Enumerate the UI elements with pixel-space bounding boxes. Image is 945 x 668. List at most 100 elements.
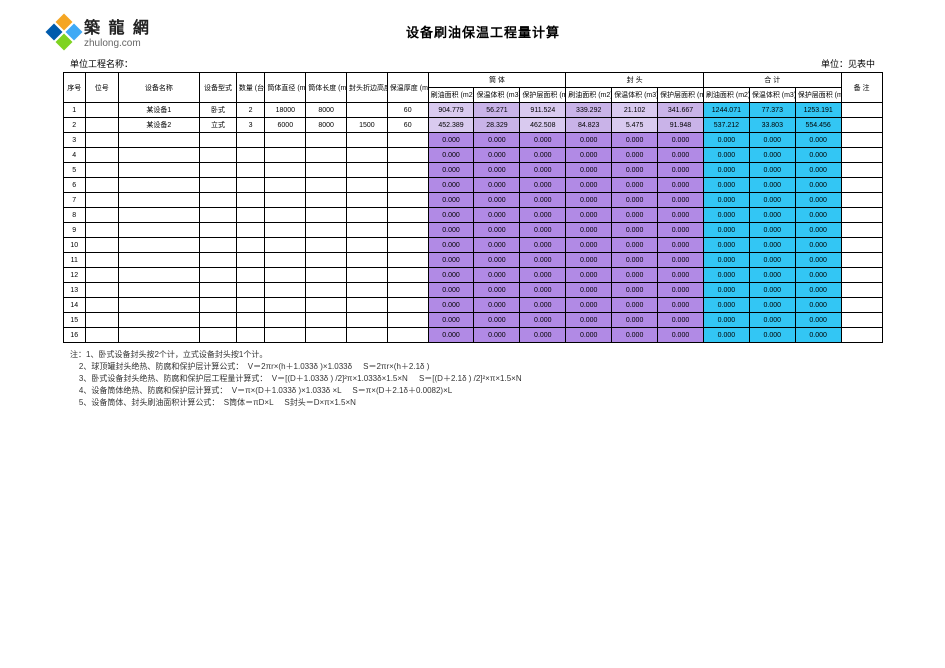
logo-en: zhulong.com [84,38,151,49]
cell [841,313,882,328]
cell: 0.000 [795,268,841,283]
cell [85,208,118,223]
cell: 0.000 [658,178,704,193]
table-row: 40.0000.0000.0000.0000.0000.0000.0000.00… [63,148,882,163]
cell [347,178,388,193]
table-row: 100.0000.0000.0000.0000.0000.0000.0000.0… [63,238,882,253]
cell [387,238,428,253]
cell: 0.000 [703,253,749,268]
cell [200,238,237,253]
table-row: 2某设备2立式360008000150060452.38928.329462.5… [63,118,882,133]
cell: 911.524 [520,103,566,118]
cell: 0.000 [566,253,612,268]
cell [118,328,200,343]
cell: 0.000 [612,208,658,223]
cell: 0.000 [566,193,612,208]
cell [265,298,306,313]
cell: 341.667 [658,103,704,118]
cell: 0.000 [703,223,749,238]
cell: 0.000 [612,193,658,208]
cell: 0.000 [428,133,474,148]
cell [306,223,347,238]
cell: 0.000 [612,148,658,163]
col-t1: 刷油面积 (m2) [703,88,749,103]
cell: 0.000 [658,208,704,223]
cell: 0.000 [658,148,704,163]
cell [200,208,237,223]
cell: 0.000 [428,178,474,193]
col-group-body: 筒 体 [428,73,566,88]
cell: 3 [236,118,265,133]
col-thk: 保温厚度 (mm) [387,73,428,103]
cell: 0.000 [795,313,841,328]
cell: 某设备2 [118,118,200,133]
table-row: 1某设备1卧式218000800060904.77956.271911.5243… [63,103,882,118]
cell: 0.000 [795,328,841,343]
cell [841,133,882,148]
cell: 0.000 [703,268,749,283]
cell: 0.000 [428,193,474,208]
unit-label: 单位：见表中 [821,57,875,70]
cell: 0.000 [749,148,795,163]
cell: 0.000 [795,163,841,178]
cell [118,208,200,223]
table-row: 160.0000.0000.0000.0000.0000.0000.0000.0… [63,328,882,343]
cell [306,313,347,328]
cell: 77.373 [749,103,795,118]
cell [841,283,882,298]
cell: 0.000 [566,313,612,328]
cell [306,208,347,223]
project-name-label: 单位工程名称： [70,57,133,70]
cell [841,253,882,268]
cell: 0.000 [520,223,566,238]
cell [265,238,306,253]
cell: 0.000 [520,193,566,208]
cell [841,238,882,253]
cell [306,238,347,253]
cell: 0.000 [703,283,749,298]
cell: 0.000 [795,283,841,298]
cell: 60 [387,103,428,118]
cell: 1500 [347,118,388,133]
cell: 0.000 [749,163,795,178]
header: 築 龍 網 zhulong.com 设备刷油保温工程量计算 [10,10,935,53]
cell: 0.000 [749,253,795,268]
cell: 0.000 [612,238,658,253]
cell [85,253,118,268]
cell: 0.000 [474,298,520,313]
cell [236,268,265,283]
cell [306,268,347,283]
cell: 452.389 [428,118,474,133]
cell: 0.000 [428,313,474,328]
cell: 0.000 [658,283,704,298]
cell [236,163,265,178]
cell: 14 [63,298,85,313]
cell: 0.000 [658,298,704,313]
cell [85,103,118,118]
cell [387,163,428,178]
cell: 0.000 [749,208,795,223]
sub-header: 单位工程名称： 单位：见表中 [10,57,935,72]
cell: 0.000 [749,328,795,343]
cell [118,313,200,328]
cell: 0.000 [428,328,474,343]
cell [200,223,237,238]
cell [118,253,200,268]
cell [118,283,200,298]
cell [236,223,265,238]
cell: 6 [63,178,85,193]
cell: 0.000 [612,223,658,238]
cell: 904.779 [428,103,474,118]
cell [387,298,428,313]
cell: 0.000 [520,148,566,163]
logo-text: 築 龍 網 zhulong.com [84,14,151,49]
cell [85,223,118,238]
cell [85,118,118,133]
cell: 8000 [306,118,347,133]
cell: 3 [63,133,85,148]
cell: 0.000 [749,133,795,148]
cell: 2 [236,103,265,118]
cell: 0.000 [703,163,749,178]
col-h3: 保护层面积 (m2) [658,88,704,103]
cell [265,253,306,268]
